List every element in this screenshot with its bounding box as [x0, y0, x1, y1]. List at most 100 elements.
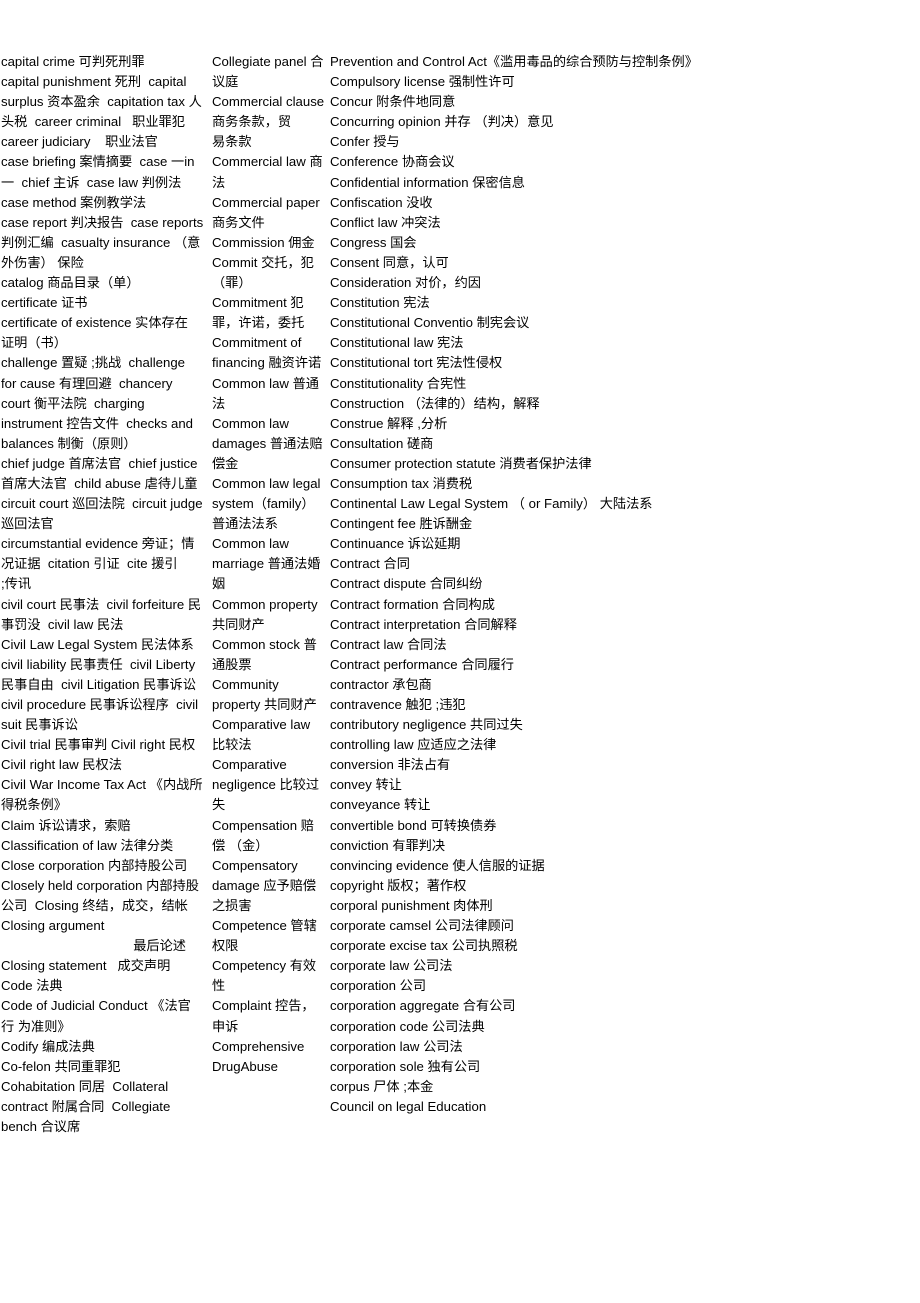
glossary-entry: contributory negligence 共同过失 [330, 717, 523, 733]
glossary-entry: Continental Law Legal System （ or Family… [330, 496, 653, 512]
glossary-entry: Confiscation 没收 [330, 194, 433, 210]
glossary-entry: corporate camsel 公司法律顾问 [330, 918, 514, 934]
glossary-entry: Complaint 控告，申诉 [212, 998, 315, 1034]
glossary-entry: Commission 佣金 [212, 234, 315, 250]
glossary-entry: Constitutional tort 宪法性侵权 [330, 355, 503, 371]
glossary-entry: Contingent fee 胜诉酬金 [330, 516, 473, 532]
glossary-entry: Congress 国会 [330, 234, 417, 250]
glossary-entry: capital punishment 死刑 capital surplus 资本… [1, 74, 202, 130]
glossary-entry: corporal punishment 肉体刑 [330, 897, 493, 913]
glossary-entry: Claim 诉讼请求，索赔 [1, 817, 131, 833]
glossary-entry: conviction 有罪判决 [330, 837, 446, 853]
glossary-entry: corporation 公司 [330, 978, 427, 994]
glossary-entry: Cohabitation 同居 Collateral contract 附属合同… [1, 1078, 174, 1134]
glossary-entry: Codify 编成法典 [1, 1038, 95, 1054]
glossary-entry: Civil trial 民事审判 Civil right 民权 [1, 737, 196, 753]
glossary-entry: Constitutional Conventio 制宪会议 [330, 315, 530, 331]
glossary-entry: corporate law 公司法 [330, 958, 453, 974]
glossary-column-right: Prevention and Control Act《滥用毒品的综合预防与控制条… [328, 52, 918, 1117]
glossary-entry: Construe 解释 ,分析 [330, 415, 448, 431]
glossary-entry: contractor 承包商 [330, 676, 432, 692]
glossary-entry: Commercial law 商法 [212, 154, 323, 190]
glossary-entry: corporation aggregate 合有公司 [330, 998, 516, 1014]
glossary-entry: corporation law 公司法 [330, 1038, 463, 1054]
glossary-entry: Contract interpretation 合同解释 [330, 616, 517, 632]
glossary-entry: Code of Judicial Conduct 《法官行 为准则》 [1, 998, 191, 1034]
glossary-entry: corpus 尸体 ;本金 [330, 1078, 434, 1094]
glossary-entry: corporate excise tax 公司执照税 [330, 938, 518, 954]
glossary-entry: Conflict law 冲突法 [330, 214, 441, 230]
glossary-entry: Contract performance 合同履行 [330, 656, 514, 672]
glossary-entry: corporation sole 独有公司 [330, 1058, 481, 1074]
glossary-entry: Comparative negligence 比较过失 [212, 757, 320, 813]
glossary-entry: Classification of law 法律分类 [1, 837, 174, 853]
glossary-entry: Contract 合同 [330, 556, 410, 572]
glossary-entry: Closing statement 成交声明 [1, 958, 171, 974]
glossary-entry: Civil Law Legal System 民法体系 civil liabil… [1, 636, 204, 733]
glossary-entry: Compensation 赔偿 （金） [212, 817, 314, 853]
glossary-entry: circumstantial evidence 旁证；情 况证据 citatio… [1, 536, 207, 592]
glossary-entry: Common stock 普通股票 [212, 636, 317, 672]
glossary-entry: Commercial paper 商务文件 [212, 194, 324, 230]
document-page: capital crime 可判死刑罪 capital punishment 死刑… [0, 0, 920, 1303]
glossary-entry: Close corporation 内部持股公司 Closely held co… [1, 857, 203, 934]
glossary-entry: Conference 协商会议 [330, 154, 455, 170]
glossary-entry: 最后论述 [133, 938, 186, 954]
glossary-entry: Civil right law 民权法 [1, 757, 122, 773]
glossary-entry: copyright 版权；著作权 [330, 877, 467, 893]
glossary-entry: Collegiate panel 合议庭 [212, 54, 324, 90]
glossary-entry: Common law marriage 普通法婚姻 [212, 536, 321, 592]
glossary-entry: Commercial clause 商务条款，贸 [212, 94, 328, 130]
glossary-entry: Comparative law 比较法 [212, 717, 314, 753]
glossary-entry: Competency 有效性 [212, 958, 317, 994]
glossary-entry: Concurring opinion 并存 （判决）意见 [330, 114, 554, 130]
glossary-entry: Concur 附条件地同意 [330, 94, 456, 110]
glossary-entry: Commit 交托，犯（罪） [212, 254, 314, 291]
glossary-entry: catalog 商品目录（单） [1, 275, 140, 291]
glossary-entry: Consultation 磋商 [330, 435, 434, 451]
glossary-entry: Compulsory license 强制性许可 [330, 74, 515, 90]
glossary-entry: corporation code 公司法典 [330, 1018, 485, 1034]
glossary-entry: controlling law 应适应之法律 [330, 737, 497, 753]
glossary-entry: contravence 触犯 ;违犯 [330, 697, 466, 712]
glossary-entry: Common property 共同财产 [212, 596, 322, 632]
glossary-entry: convincing evidence 使人信服的证据 [330, 857, 545, 873]
glossary-entry: Council on legal Education [330, 1098, 487, 1114]
glossary-entry: Consumer protection statute 消费者保护法律 [330, 455, 592, 471]
glossary-entry: Consent 同意，认可 [330, 254, 449, 270]
glossary-entry: 偿金 [212, 455, 239, 471]
glossary-entry: Constitutionality 合宪性 [330, 375, 467, 391]
glossary-entry: Common law 普通法 [212, 375, 319, 411]
glossary-entry: challenge 置疑 ;挑战 challenge for cause 有理回… [1, 355, 197, 451]
glossary-entry: 易条款 [212, 134, 252, 150]
glossary-columns: capital crime 可判死刑罪 capital punishment 死刑… [0, 52, 920, 1137]
glossary-entry: Code 法典 [1, 978, 63, 994]
glossary-entry: conveyance 转让 [330, 797, 431, 813]
glossary-entry: Contract dispute 合同纠纷 [330, 576, 483, 592]
glossary-entry: Common law damages 普通法赔 [212, 415, 323, 451]
glossary-entry: Common law legal system（family） [212, 475, 325, 512]
glossary-entry: Contract law 合同法 [330, 636, 447, 652]
glossary-entry: conversion 非法占有 [330, 757, 451, 773]
glossary-entry: Confidential information 保密信息 [330, 174, 525, 190]
glossary-entry: chief judge 首席法官 chief justice 首席大法官 chi… [1, 455, 207, 532]
glossary-entry: Constitutional law 宪法 [330, 335, 464, 351]
glossary-column-left: capital crime 可判死刑罪 capital punishment 死刑… [0, 52, 206, 1137]
glossary-entry: Commitment 犯罪，许诺，委托 [212, 295, 305, 331]
glossary-entry: Contract formation 合同构成 [330, 596, 495, 612]
glossary-entry: Constitution 宪法 [330, 295, 430, 311]
glossary-entry: Continuance 诉讼延期 [330, 536, 461, 552]
glossary-entry: Prevention and Control Act《滥用毒品的综合预防与控制条… [330, 54, 698, 69]
glossary-entry: convertible bond 可转换债券 [330, 817, 497, 833]
glossary-entry: capital crime 可判死刑罪 [1, 54, 145, 69]
glossary-entry: Consideration 对价，约因 [330, 275, 481, 291]
glossary-column-middle: Collegiate panel 合议庭 Commercial clause 商务… [206, 52, 328, 1077]
glossary-entry: Confer 授与 [330, 134, 400, 150]
glossary-entry: Civil War Income Tax Act 《内战所 得税条例》 [1, 777, 207, 813]
glossary-entry: certificate 证书 [1, 295, 88, 311]
glossary-entry: career judiciary 职业法官 [1, 134, 158, 150]
glossary-entry: convey 转让 [330, 777, 402, 793]
glossary-entry: Community property 共同财产 [212, 676, 317, 712]
glossary-entry: Competence 管辖权限 [212, 918, 317, 954]
glossary-entry: certificate of existence 实体存在 证明（书） [1, 315, 196, 351]
